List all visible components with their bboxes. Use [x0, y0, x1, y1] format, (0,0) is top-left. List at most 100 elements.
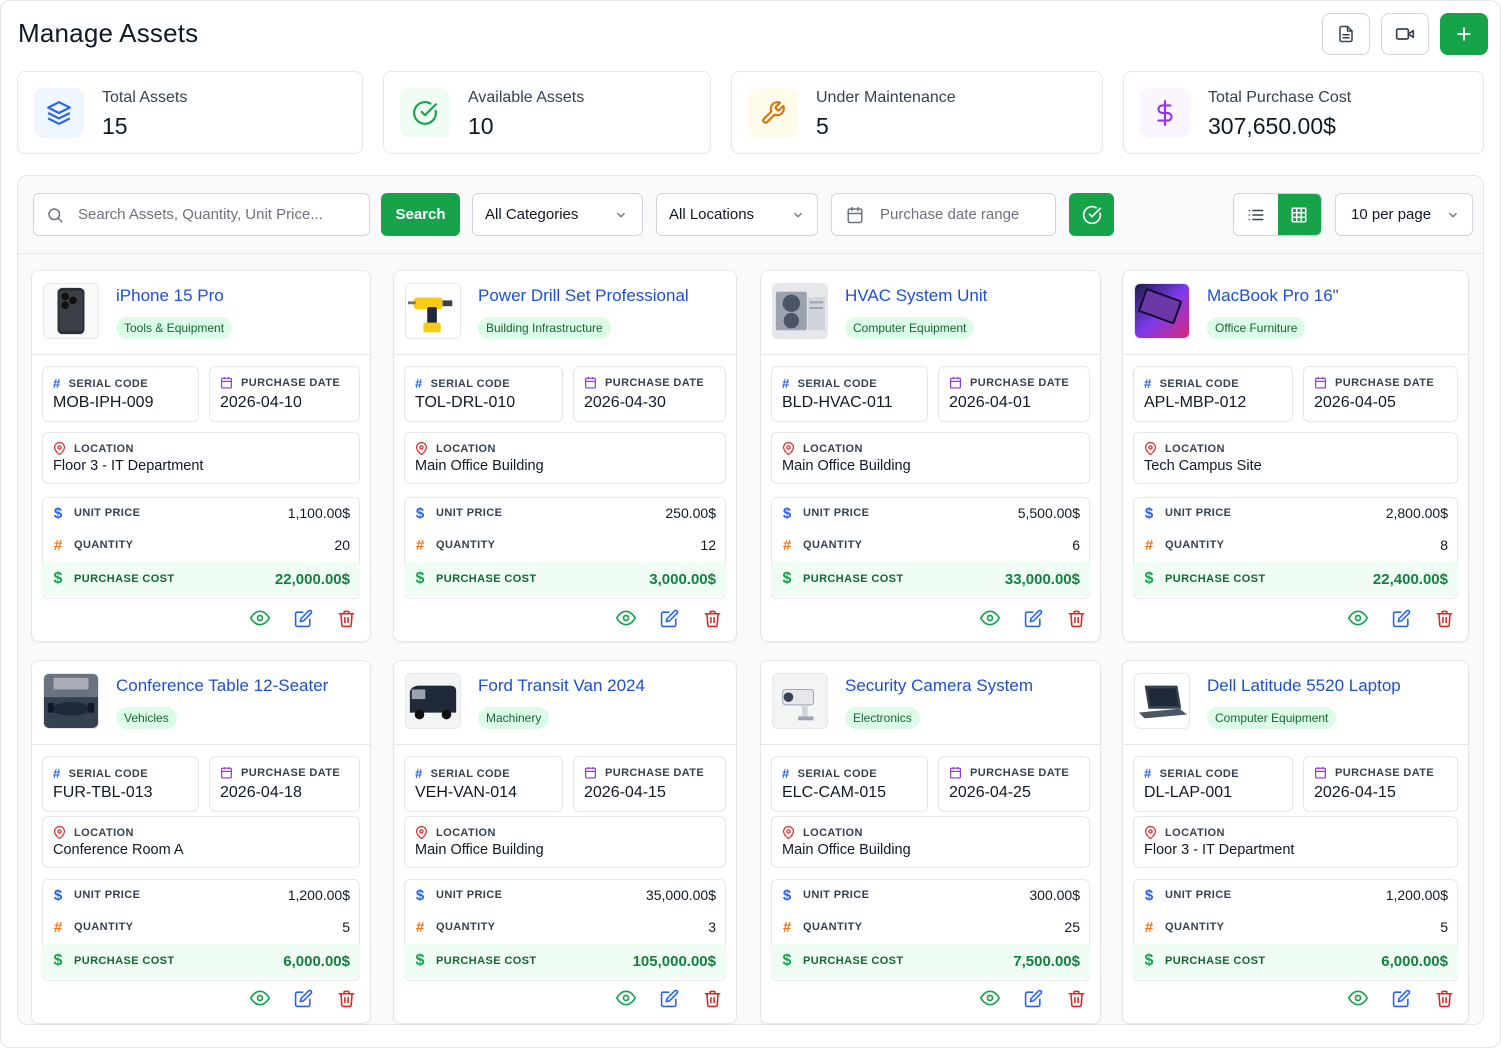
purchase-cost-value: 105,000.00$	[632, 952, 716, 970]
asset-name-link[interactable]: Dell Latitude 5520 Laptop	[1207, 676, 1401, 696]
purchase-cost-row: $ PURCHASE COST 6,000.00$	[1133, 944, 1458, 978]
asset-name-link[interactable]: Power Drill Set Professional	[478, 286, 689, 306]
delete-button[interactable]	[703, 609, 722, 628]
location-box: LOCATION Floor 3 - IT Department	[42, 432, 360, 484]
toolbar-divider	[17, 253, 1484, 254]
dollar-icon: $	[1144, 886, 1154, 904]
location-select[interactable]: All Locations	[656, 193, 818, 236]
asset-card: Power Drill Set Professional Building In…	[393, 270, 737, 642]
location-value: Main Office Building	[782, 458, 911, 474]
edit-button[interactable]	[1392, 989, 1411, 1008]
asset-name-link[interactable]: MacBook Pro 16"	[1207, 286, 1339, 306]
card-divider	[761, 744, 1100, 745]
asset-name-link[interactable]: Security Camera System	[845, 676, 1033, 696]
quantity-label: QUANTITY	[803, 921, 863, 933]
unit-price-label: UNIT PRICE	[74, 507, 141, 519]
card-divider	[761, 354, 1100, 355]
hash-icon: #	[53, 918, 63, 936]
map-pin-icon	[783, 826, 794, 839]
purchase-date-label: PURCHASE DATE	[220, 766, 340, 779]
edit-button[interactable]	[294, 989, 313, 1008]
purchase-date-box: PURCHASE DATE 2026-04-30	[573, 366, 726, 422]
delete-button[interactable]	[1435, 989, 1454, 1008]
dollar-icon: $	[415, 886, 425, 904]
quantity-row: # QUANTITY 5	[1133, 912, 1458, 942]
trash-icon	[1436, 990, 1453, 1007]
unit-price-row: $ UNIT PRICE 35,000.00$	[404, 880, 726, 910]
view-button[interactable]	[250, 988, 270, 1008]
unit-price-value: 1,100.00$	[287, 505, 350, 521]
grid-view-button[interactable]	[1277, 194, 1321, 235]
edit-button[interactable]	[294, 609, 313, 628]
dollar-icon: $	[782, 504, 792, 522]
export-pdf-button[interactable]	[1322, 13, 1370, 55]
asset-name-link[interactable]: iPhone 15 Pro	[116, 286, 224, 306]
serial-code-value: ELC-CAM-015	[782, 784, 887, 801]
purchase-cost-value: 7,500.00$	[1013, 952, 1080, 970]
hash-icon: #	[1144, 766, 1152, 781]
delete-button[interactable]	[1067, 609, 1086, 628]
serial-code-label: # SERIAL CODE	[53, 376, 149, 391]
page-title: Manage Assets	[18, 18, 199, 48]
quantity-value: 5	[1440, 919, 1448, 935]
category-badge: Electronics	[845, 707, 920, 729]
asset-name-link[interactable]: Ford Transit Van 2024	[478, 676, 645, 696]
asset-name-link[interactable]: HVAC System Unit	[845, 286, 987, 306]
hash-icon: #	[1144, 536, 1154, 554]
delete-button[interactable]	[337, 989, 356, 1008]
eye-icon	[616, 610, 636, 626]
purchase-cost-row: $ PURCHASE COST 22,400.00$	[1133, 562, 1458, 596]
list-view-button[interactable]	[1234, 194, 1278, 235]
unit-price-row: $ UNIT PRICE 1,200.00$	[42, 880, 360, 910]
edit-button[interactable]	[660, 989, 679, 1008]
search-input[interactable]: Search Assets, Quantity, Unit Price...	[33, 193, 370, 236]
dollar-icon: $	[415, 952, 425, 969]
search-button[interactable]: Search	[381, 193, 460, 236]
card-actions	[616, 988, 722, 1008]
view-button[interactable]	[250, 608, 270, 628]
location-label: LOCATION	[53, 826, 134, 839]
asset-thumbnail	[772, 673, 828, 729]
eye-icon	[616, 990, 636, 1006]
quantity-value: 6	[1072, 537, 1080, 553]
eye-icon	[980, 990, 1000, 1006]
calendar-icon	[950, 767, 961, 779]
serial-code-box: # SERIAL CODE TOL-DRL-010	[404, 366, 563, 422]
view-button[interactable]	[980, 608, 1000, 628]
video-button[interactable]	[1381, 13, 1429, 55]
delete-button[interactable]	[1435, 609, 1454, 628]
edit-icon	[1392, 609, 1411, 627]
delete-button[interactable]	[337, 609, 356, 628]
per-page-select[interactable]: 10 per page	[1335, 193, 1473, 236]
delete-button[interactable]	[703, 989, 722, 1008]
view-button[interactable]	[616, 608, 636, 628]
unit-price-value: 250.00$	[665, 505, 716, 521]
add-asset-button[interactable]	[1440, 13, 1488, 55]
calendar-icon	[1315, 377, 1326, 389]
calendar-icon	[221, 767, 232, 779]
view-toggle	[1233, 193, 1322, 236]
date-range-input[interactable]: Purchase date range	[831, 193, 1056, 236]
stat-value: 10	[468, 113, 494, 139]
serial-code-label: # SERIAL CODE	[415, 766, 511, 781]
plus-icon	[1457, 27, 1471, 41]
edit-button[interactable]	[1024, 989, 1043, 1008]
stat-value: 15	[102, 113, 128, 139]
purchase-cost-label: PURCHASE COST	[803, 955, 904, 967]
category-select[interactable]: All Categories	[472, 193, 643, 236]
location-label: LOCATION	[53, 442, 134, 455]
edit-button[interactable]	[1392, 609, 1411, 628]
edit-button[interactable]	[660, 609, 679, 628]
check-circle-icon	[1082, 205, 1101, 224]
delete-button[interactable]	[1067, 989, 1086, 1008]
apply-filter-button[interactable]	[1069, 193, 1114, 236]
view-button[interactable]	[1348, 608, 1368, 628]
trash-icon	[338, 990, 355, 1007]
view-button[interactable]	[1348, 988, 1368, 1008]
view-button[interactable]	[616, 988, 636, 1008]
edit-button[interactable]	[1024, 609, 1043, 628]
view-button[interactable]	[980, 988, 1000, 1008]
serial-code-label: # SERIAL CODE	[782, 766, 878, 781]
asset-name-link[interactable]: Conference Table 12-Seater	[116, 676, 328, 696]
serial-code-value: APL-MBP-012	[1144, 394, 1247, 411]
